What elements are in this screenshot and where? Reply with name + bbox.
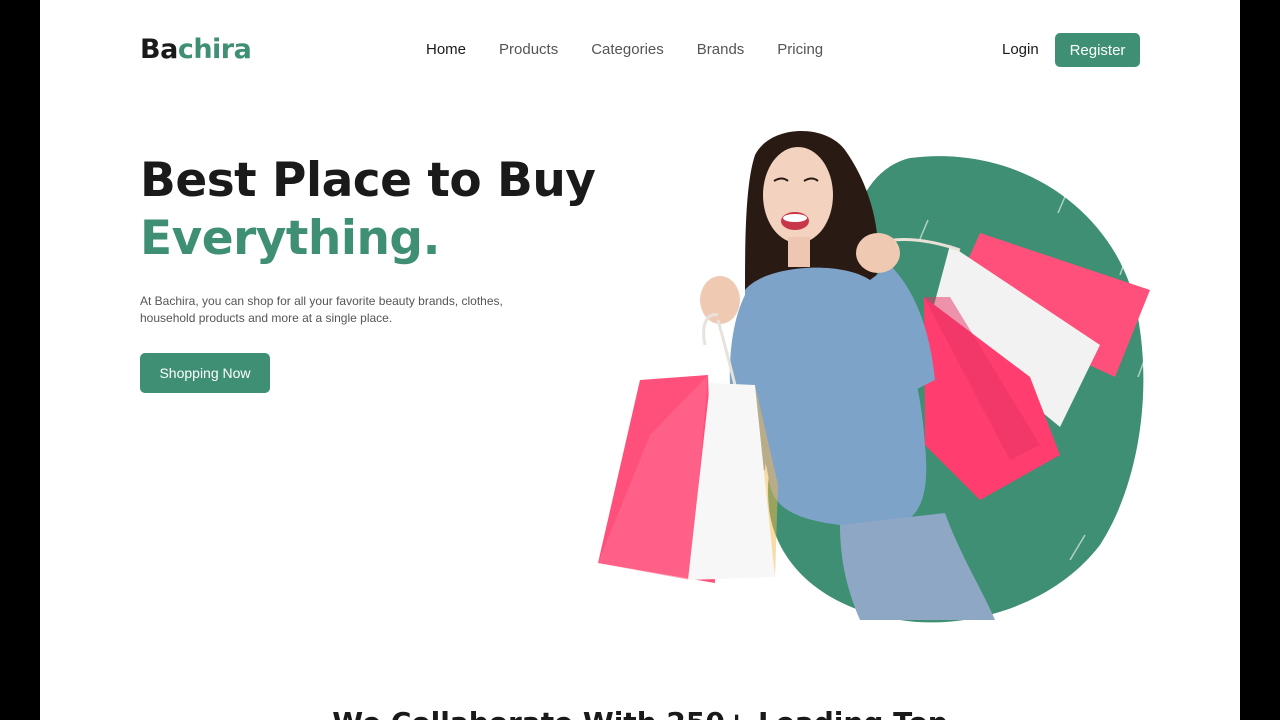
brand-logo[interactable]: Bachira [140,34,252,65]
nav-item-brands[interactable]: Brands [697,41,745,59]
nav-item-products[interactable]: Products [499,41,558,59]
register-button[interactable]: Register [1055,33,1140,67]
hero-description: At Bachira, you can shop for all your fa… [140,294,503,325]
brand-logo-part1: Ba [140,34,178,65]
hero-title-line2: Everything. [140,211,440,266]
partners-heading: We Collaborate With 250+ Leading Top [40,706,1240,720]
login-link[interactable]: Login [1002,41,1039,59]
landing-page: Bachira Home Products Categories Brands … [40,0,1240,720]
nav-item-pricing[interactable]: Pricing [777,41,823,59]
nav-item-categories[interactable]: Categories [591,41,664,59]
brand-logo-part2: chira [177,34,252,65]
nav-item-home[interactable]: Home [426,41,466,59]
hero-image [598,131,1151,623]
main-nav: Home Products Categories Brands Pricing [426,41,856,59]
hero-title-line1: Best Place to Buy [140,153,596,208]
shopping-now-button[interactable]: Shopping Now [140,353,270,393]
